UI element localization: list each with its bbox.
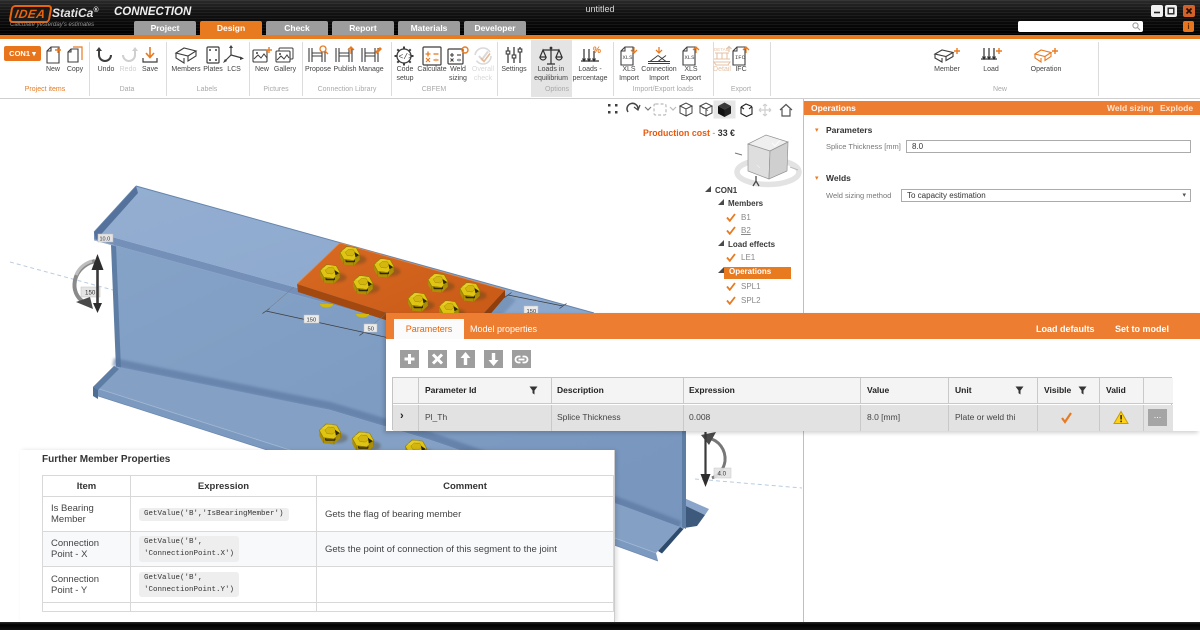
svg-text:</>: </> <box>399 53 414 62</box>
svg-text:IFC: IFC <box>735 54 746 61</box>
svg-text:%: % <box>593 45 601 55</box>
svg-text:XLS: XLS <box>685 54 696 61</box>
svg-text:Production cost - 33 €: Production cost - 33 € <box>643 128 735 138</box>
svg-text:50: 50 <box>368 327 374 333</box>
svg-text:10.0: 10.0 <box>100 237 111 243</box>
svg-text:150: 150 <box>85 290 96 297</box>
svg-text:4.0: 4.0 <box>718 471 727 478</box>
svg-text:150: 150 <box>307 318 317 324</box>
svg-text:XLS: XLS <box>623 54 634 61</box>
